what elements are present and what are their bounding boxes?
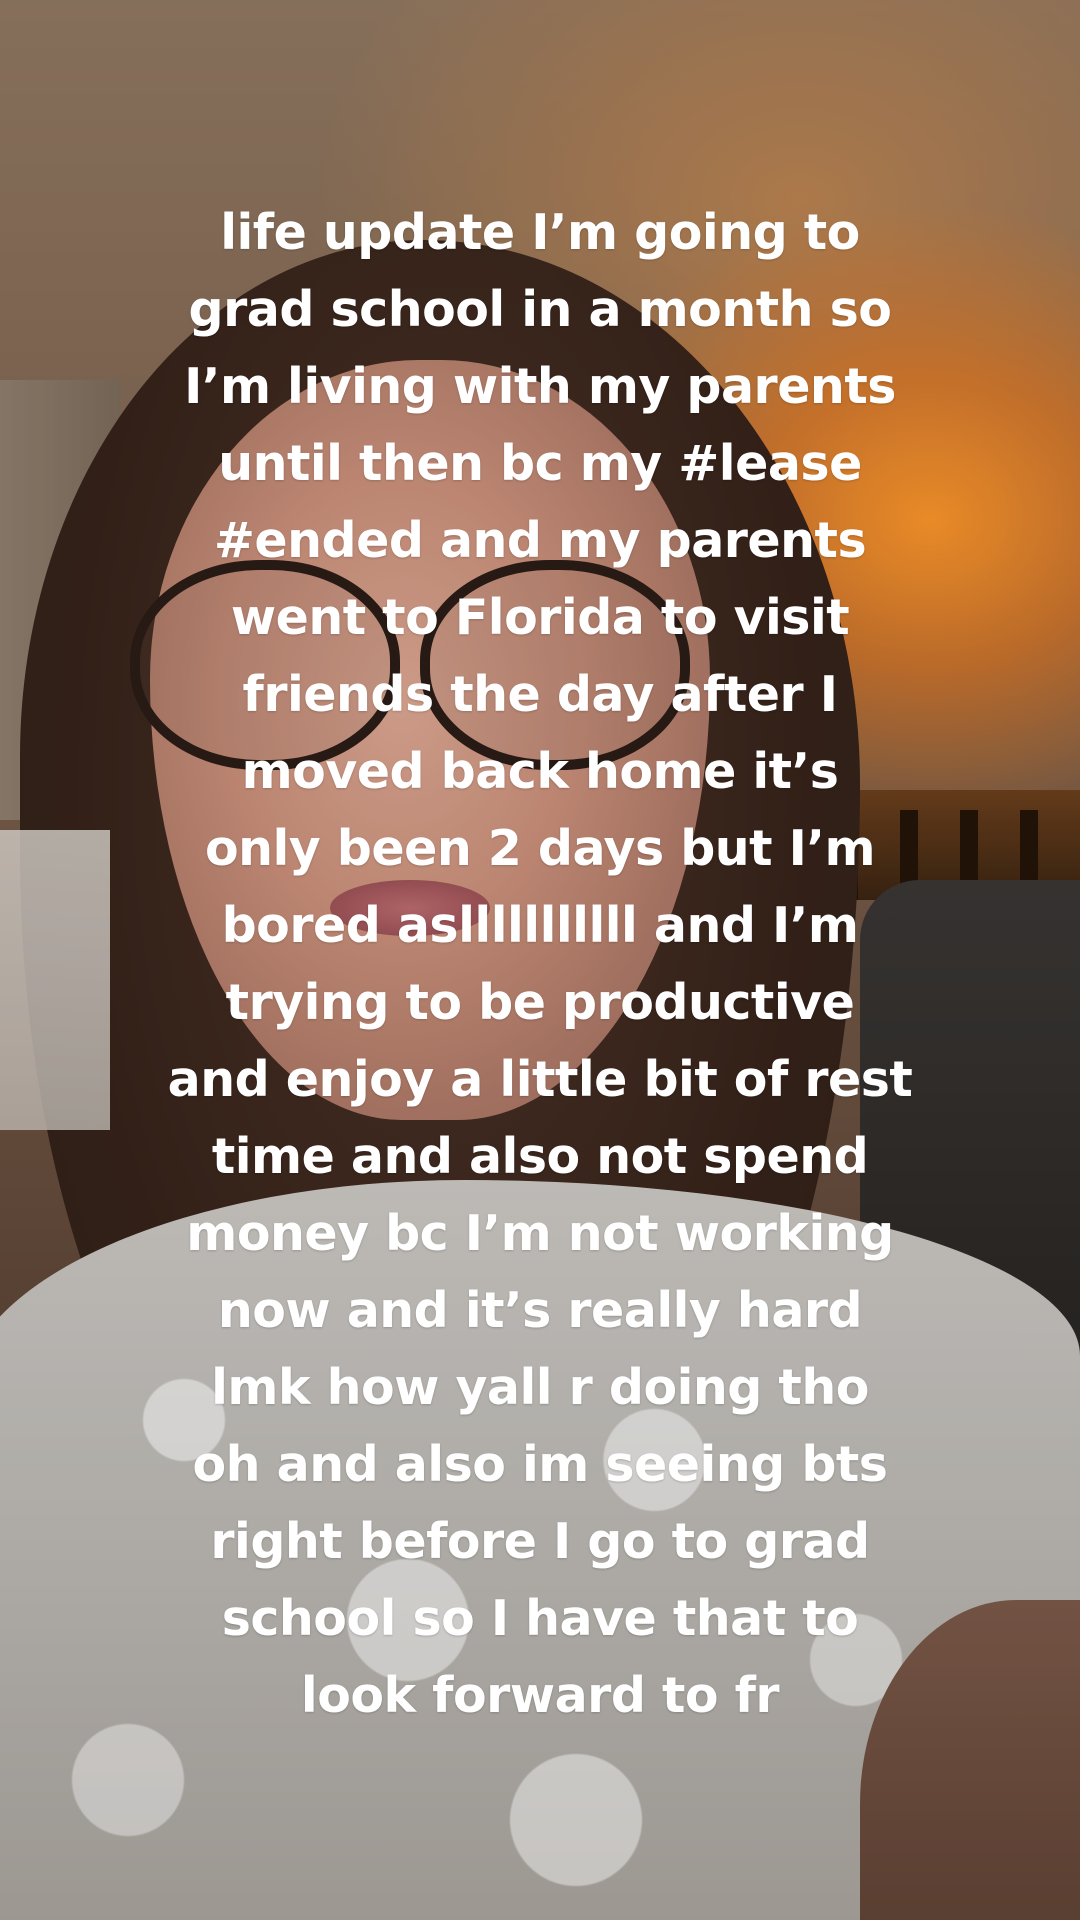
caption-line: and enjoy a little bit of rest bbox=[167, 1051, 913, 1108]
caption-line: only been 2 days but I’m bbox=[204, 820, 876, 877]
caption-text: life update I’m going to grad school in … bbox=[120, 194, 960, 1734]
caption-line: went to Florida to visit bbox=[230, 589, 850, 646]
caption-line: money bc I’m not working bbox=[186, 1205, 894, 1262]
caption-line: I’m living with my parents bbox=[184, 358, 896, 415]
caption-line: #ended and my parents bbox=[213, 512, 867, 569]
caption-line: oh and also im seeing bts bbox=[192, 1436, 888, 1493]
caption-line: school so I have that to bbox=[221, 1590, 859, 1647]
caption-line: life update I’m going to bbox=[220, 204, 860, 261]
caption-line: moved back home it’s bbox=[241, 743, 839, 800]
caption-line: now and it’s really hard bbox=[217, 1282, 863, 1339]
video-frame[interactable]: life update I’m going to grad school in … bbox=[0, 0, 1080, 1920]
caption-line: right before I go to grad bbox=[210, 1513, 870, 1570]
caption-line: friends the day after I bbox=[242, 666, 838, 723]
caption-line: look forward to fr bbox=[300, 1667, 780, 1724]
caption-line: bored aslllllllllll and I’m bbox=[221, 897, 859, 954]
caption-line: time and also not spend bbox=[211, 1128, 869, 1185]
caption-line: until then bc my #lease bbox=[218, 435, 862, 492]
caption-line: lmk how yall r doing tho bbox=[211, 1359, 869, 1416]
caption-line: grad school in a month so bbox=[188, 281, 892, 338]
caption-line: trying to be productive bbox=[225, 974, 855, 1031]
